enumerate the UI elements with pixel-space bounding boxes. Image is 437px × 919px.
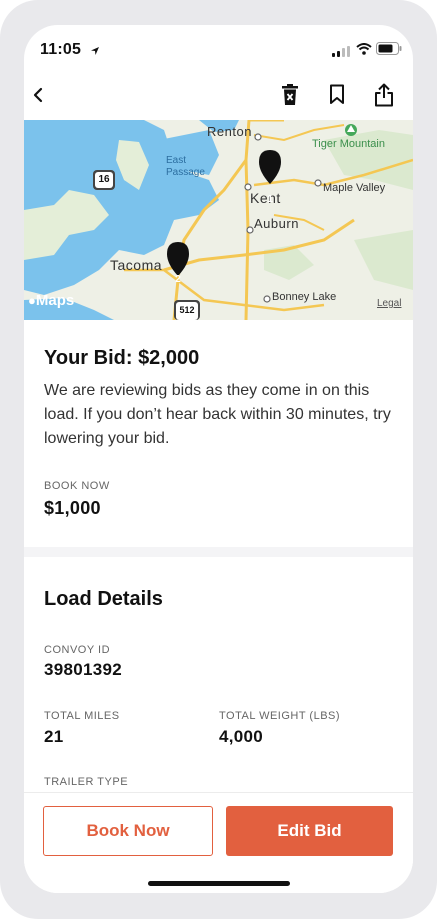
route-map[interactable]: Renton Tiger Mountain East Passage Kent …: [24, 120, 413, 320]
share-icon: [374, 83, 394, 112]
marker-1-label: 1: [267, 194, 273, 205]
map-label-bonney-lake: Bonney Lake: [272, 291, 337, 303]
convoy-id-value: 39801392: [44, 660, 123, 679]
battery-icon: [376, 42, 402, 60]
action-bar: Book Now Edit Bid: [24, 792, 413, 893]
bid-title: Your Bid: $2,000: [44, 347, 200, 369]
trailer-type-label: TRAILER TYPE: [44, 776, 129, 788]
section-divider: [24, 547, 413, 557]
marker-2-label: 2: [175, 274, 181, 285]
map-label-renton: Renton: [207, 124, 252, 139]
apple-maps-logo: ●Maps: [28, 292, 75, 309]
book-now-button[interactable]: Book Now: [43, 806, 213, 856]
map-label-auburn: Auburn: [254, 216, 299, 231]
delete-button[interactable]: [276, 83, 304, 111]
edit-bid-button[interactable]: Edit Bid: [226, 806, 393, 856]
status-time: 11:05: [40, 41, 82, 58]
app-screen: 11:05 Renton Tiger Mountain East Passage…: [24, 25, 413, 893]
status-bar: 11:05: [24, 25, 413, 71]
total-weight-label: TOTAL WEIGHT (LBS): [219, 710, 341, 722]
map-label-maple-valley: Maple Valley: [323, 182, 386, 194]
map-label-east-passage: East Passage: [166, 155, 205, 178]
share-button[interactable]: [370, 83, 398, 111]
total-weight-value: 4,000: [219, 727, 264, 746]
top-nav: [24, 75, 413, 120]
shield-16-label: 16: [98, 174, 110, 185]
book-now-label: BOOK NOW: [44, 480, 110, 492]
home-indicator[interactable]: [148, 881, 290, 886]
back-chevron-icon: [32, 87, 44, 108]
bid-status-message: We are reviewing bids as they come in on…: [44, 382, 391, 447]
location-arrow-icon: [90, 43, 100, 61]
book-now-price: $1,000: [44, 498, 101, 518]
map-label-tiger-mountain: Tiger Mountain: [312, 138, 385, 150]
total-miles-value: 21: [44, 727, 64, 746]
bookmark-icon: [329, 84, 345, 110]
phone-frame: 11:05 Renton Tiger Mountain East Passage…: [0, 0, 437, 919]
bookmark-button[interactable]: [323, 83, 351, 111]
convoy-id-label: CONVOY ID: [44, 644, 111, 656]
map-legal-link[interactable]: Legal: [377, 298, 401, 309]
load-details-title: Load Details: [44, 588, 163, 610]
cellular-signal-icon: [332, 44, 350, 62]
wifi-icon: [356, 42, 372, 60]
total-miles-label: TOTAL MILES: [44, 710, 120, 722]
apple-logo-icon: ●: [28, 293, 36, 308]
back-button[interactable]: [24, 83, 52, 111]
map-label-tacoma: Tacoma: [110, 257, 163, 273]
shield-512-label: 512: [179, 305, 195, 315]
delete-icon: [281, 83, 299, 111]
